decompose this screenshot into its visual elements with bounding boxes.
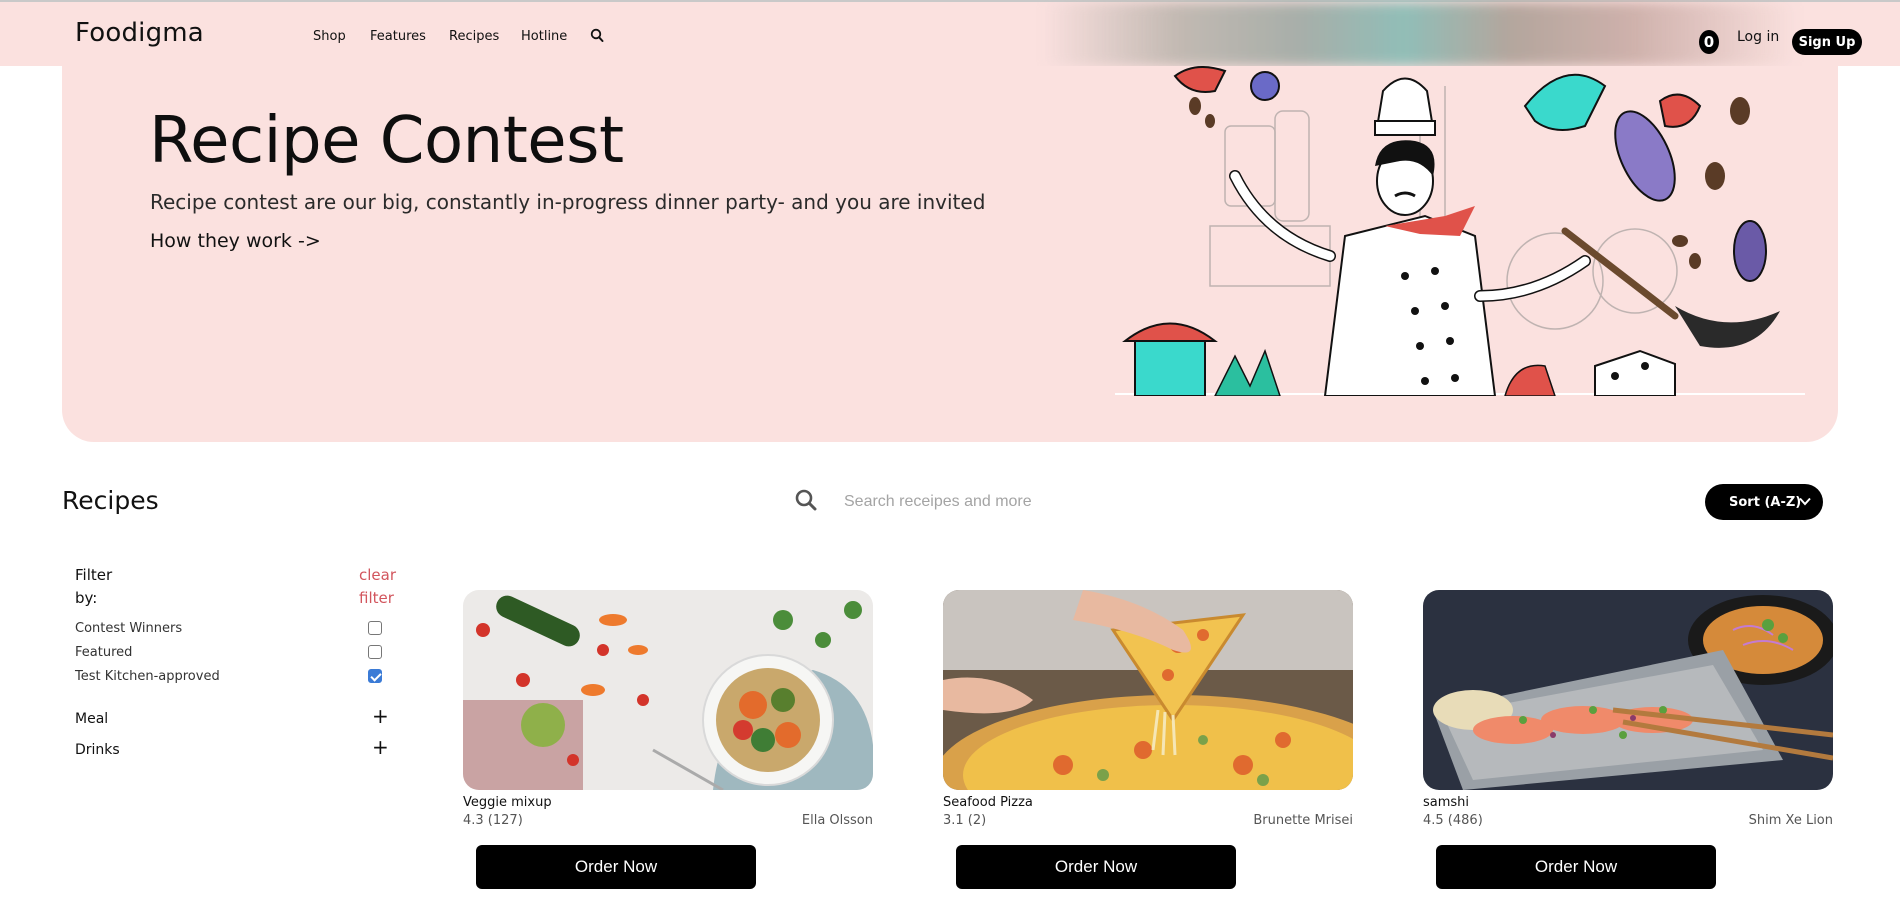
order-now-button[interactable]: Order Now (476, 845, 756, 889)
drinks-accordion[interactable]: Drinks (75, 742, 120, 758)
hero-title: Recipe Contest (149, 104, 624, 178)
logo[interactable]: Foodigma (75, 18, 204, 48)
recipe-rating: 3.1 (2) (943, 813, 987, 828)
search-icon[interactable] (794, 488, 818, 512)
filter-option-label: Featured (75, 645, 133, 660)
search-icon[interactable] (590, 28, 604, 44)
test-kitchen-approved-checkbox[interactable] (368, 669, 382, 683)
order-now-button[interactable]: Order Now (956, 845, 1236, 889)
recipes-heading: Recipes (62, 486, 159, 515)
samshi-image[interactable] (1423, 590, 1833, 790)
recipe-name[interactable]: Veggie mixup (463, 795, 552, 810)
recipe-author: Ella Olsson (801, 813, 873, 828)
cart-count-badge[interactable]: 0 (1699, 30, 1719, 54)
hero-banner: Recipe Contest Recipe contest are our bi… (62, 66, 1838, 442)
how-they-work-link[interactable]: How they work -> (150, 230, 321, 252)
plus-icon[interactable]: + (372, 706, 389, 726)
filter-option-label: Test Kitchen-approved (75, 669, 220, 684)
chevron-down-icon (1799, 497, 1811, 506)
sort-label: Sort (A-Z) (1729, 494, 1802, 510)
contest-winners-checkbox[interactable] (368, 621, 382, 635)
navbar-blurred-banner (1040, 2, 1800, 66)
order-now-button[interactable]: Order Now (1436, 845, 1716, 889)
recipe-rating: 4.3 (127) (463, 813, 523, 828)
seafood-pizza-image[interactable] (943, 590, 1353, 790)
meal-accordion[interactable]: Meal (75, 711, 108, 727)
nav-shop[interactable]: Shop (313, 29, 346, 44)
navbar: Foodigma Shop Features Recipes Hotline 0… (0, 2, 1900, 66)
login-link[interactable]: Log in (1737, 29, 1779, 45)
clear-filter-link[interactable]: clear filter (359, 564, 396, 610)
filter-option-label: Contest Winners (75, 621, 183, 636)
hero-subtitle: Recipe contest are our big, constantly i… (150, 190, 986, 214)
nav-features[interactable]: Features (370, 29, 426, 44)
filter-heading-line2: by: (75, 589, 98, 607)
recipe-name[interactable]: Seafood Pizza (943, 795, 1033, 810)
nav-hotline[interactable]: Hotline (521, 29, 567, 44)
filter-heading: Filter by: (75, 564, 112, 610)
clear-filter-line2: filter (359, 589, 394, 607)
recipe-author: Shim Xe Lion (1748, 813, 1833, 828)
clear-filter-line1: clear (359, 566, 397, 584)
chef-illustration (1115, 66, 1805, 396)
signup-button[interactable]: Sign Up (1792, 29, 1862, 55)
recipe-search-input[interactable] (842, 488, 1036, 516)
nav-recipes[interactable]: Recipes (449, 29, 499, 44)
plus-icon[interactable]: + (372, 737, 389, 757)
recipe-name[interactable]: samshi (1423, 795, 1469, 810)
veggie-mixup-image[interactable] (463, 590, 873, 790)
featured-checkbox[interactable] (368, 645, 382, 659)
filter-heading-line1: Filter (75, 566, 113, 584)
recipe-rating: 4.5 (486) (1423, 813, 1483, 828)
sort-dropdown[interactable]: Sort (A-Z) (1705, 484, 1823, 520)
recipe-author: Brunette Mrisei (1253, 813, 1353, 828)
